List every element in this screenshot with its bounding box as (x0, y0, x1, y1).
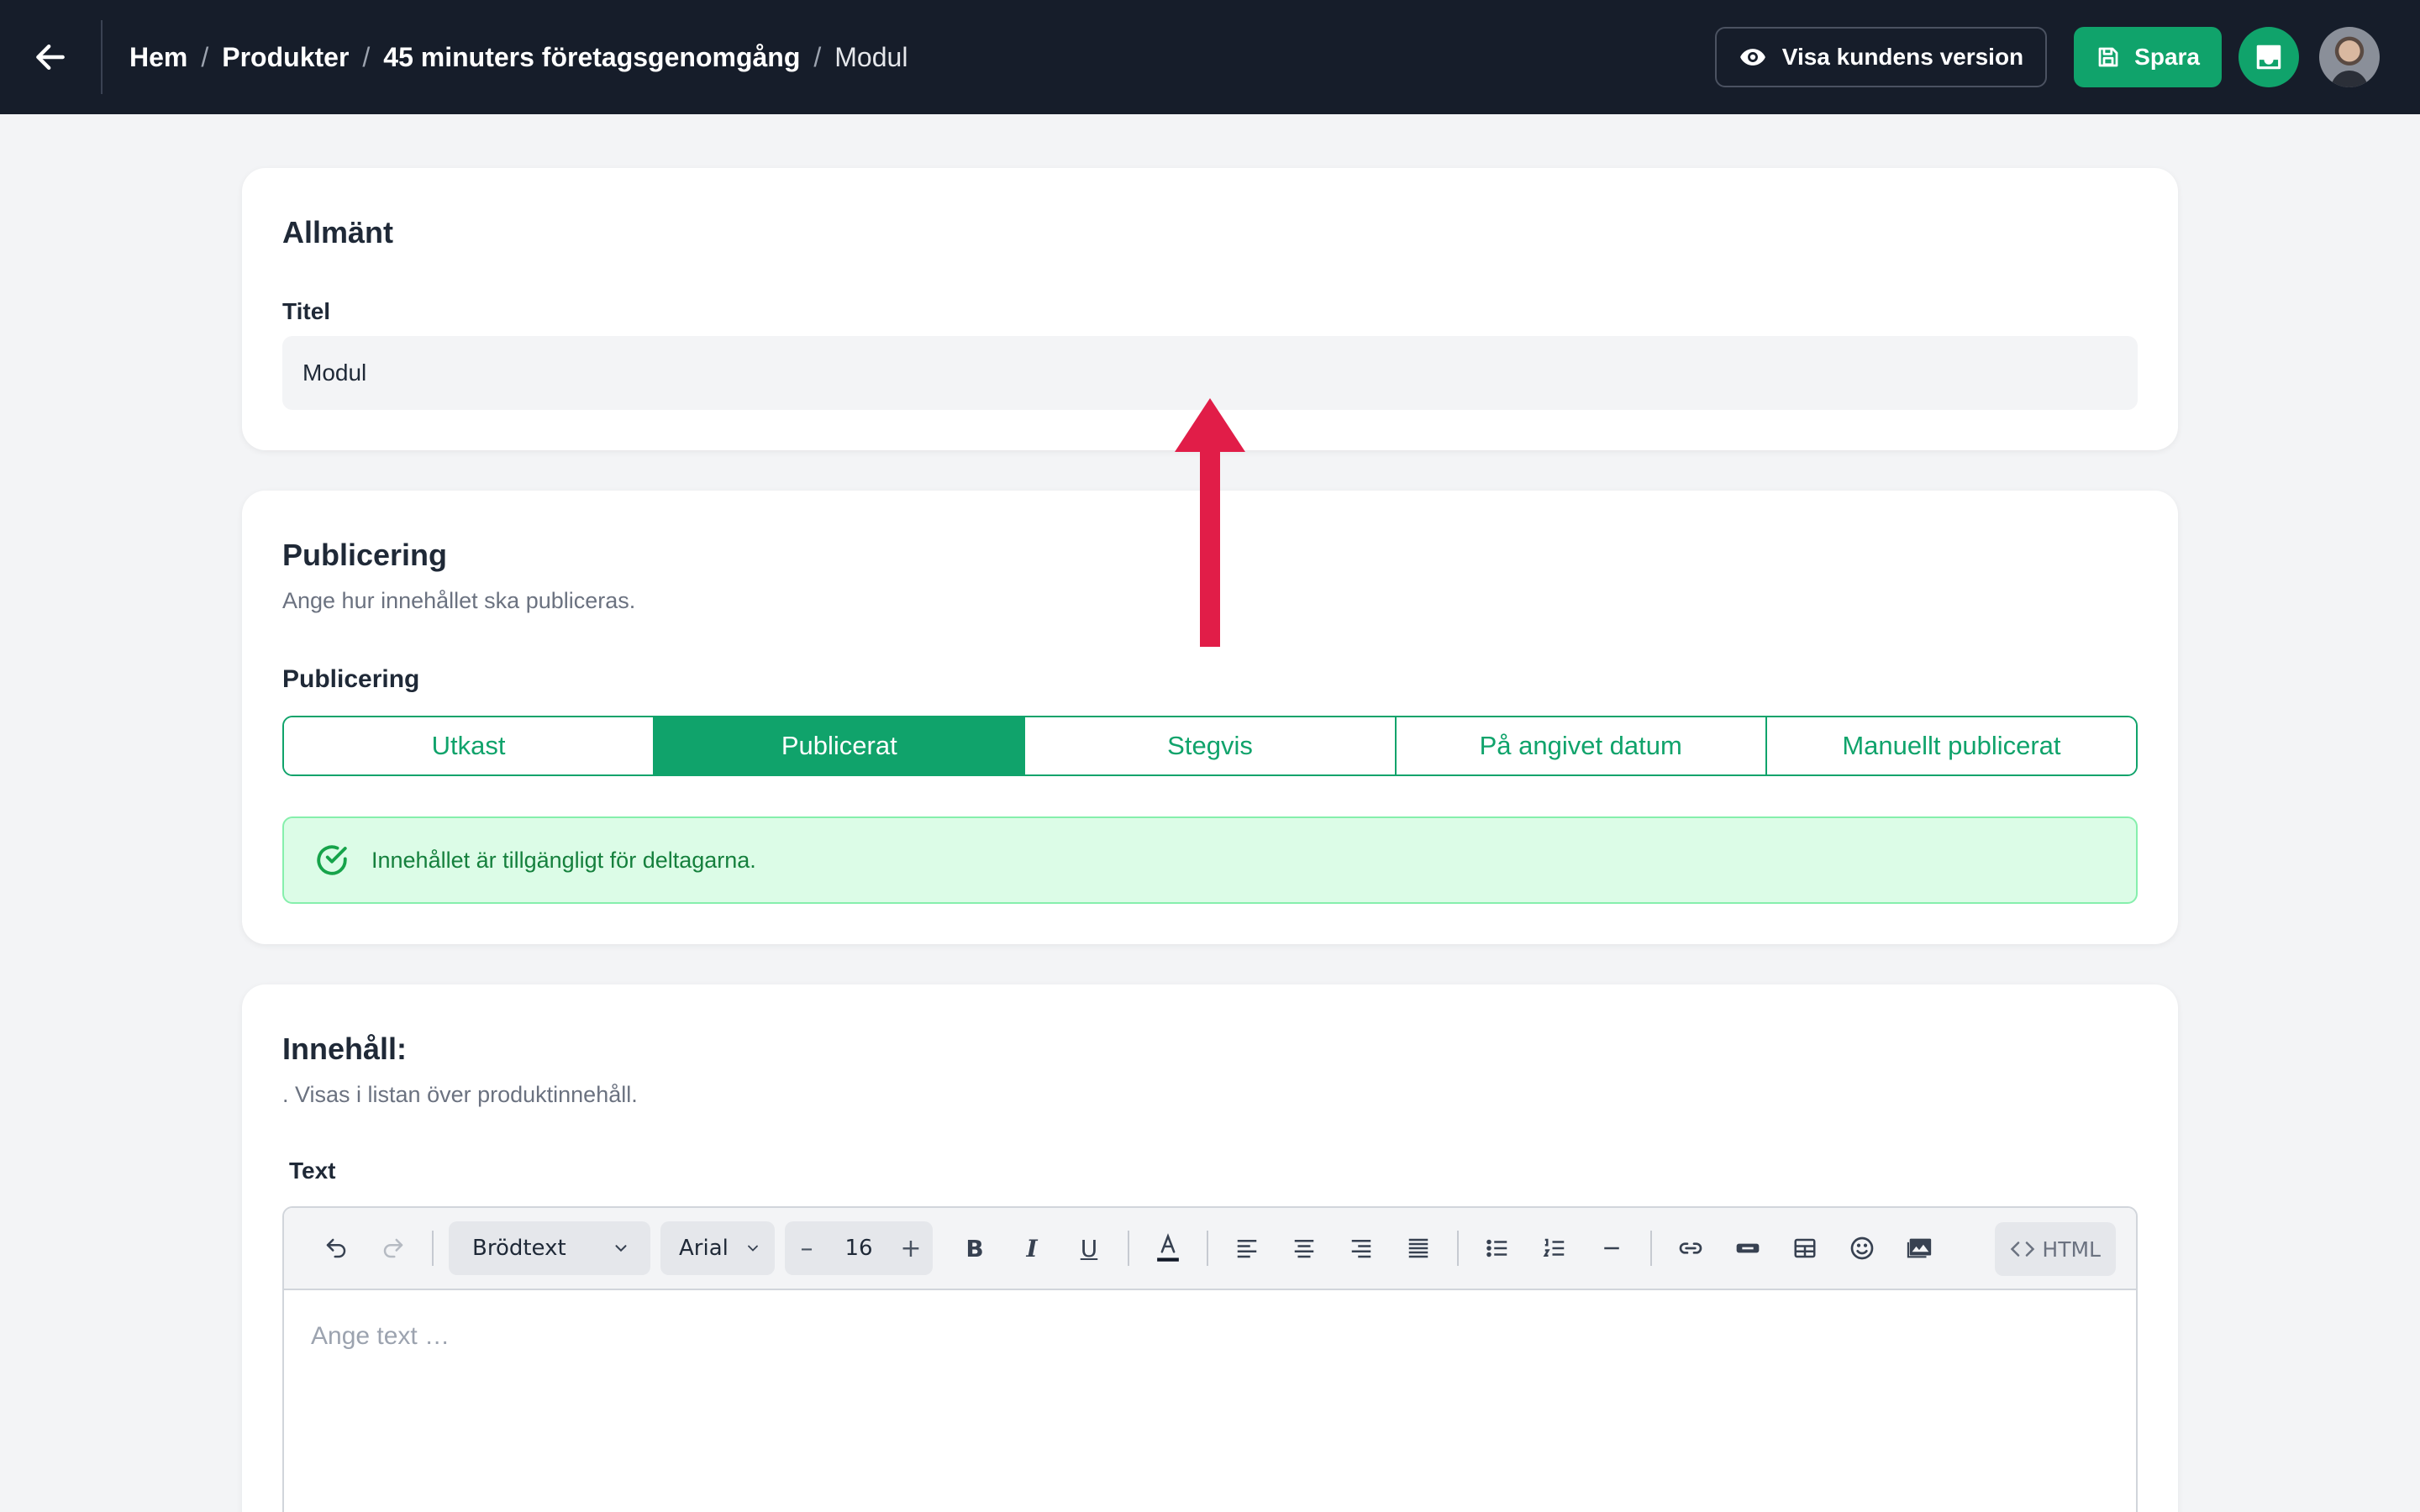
publishing-option-drip[interactable]: Stegvis (1025, 717, 1397, 774)
arrow-left-icon (36, 44, 65, 71)
publishing-option-draft[interactable]: Utkast (284, 717, 655, 774)
publishing-option-published[interactable]: Publicerat (655, 717, 1026, 774)
font-family-select[interactable]: Arial (660, 1221, 775, 1275)
breadcrumb: Hem / Produkter / 45 minuters företagsge… (129, 42, 908, 73)
customer-preview-label: Visa kundens version (1781, 44, 2024, 70)
align-center-button[interactable] (1282, 1226, 1326, 1270)
editor-placeholder: Ange text … (311, 1322, 450, 1350)
publishing-title: Publicering (282, 538, 448, 572)
content-card: Innehåll: . Visas i listan över produkti… (242, 984, 2178, 1512)
html-source-button[interactable]: HTML (1995, 1222, 2116, 1276)
link-icon (1679, 1242, 1702, 1254)
toolbar-separator (1650, 1231, 1652, 1266)
customer-preview-button[interactable]: Visa kundens version (1714, 27, 2048, 87)
html-source-label: HTML (2042, 1236, 2101, 1262)
breadcrumb-home[interactable]: Hem (129, 42, 187, 73)
publishing-option-manual[interactable]: Manuellt publicerat (1766, 717, 2136, 774)
align-right-icon (1351, 1240, 1371, 1258)
align-justify-icon (1408, 1238, 1428, 1258)
table-icon (1794, 1238, 1816, 1258)
user-avatar[interactable] (2319, 27, 2380, 87)
emoji-icon (1850, 1236, 1874, 1260)
top-bar: Hem / Produkter / 45 minuters företagsge… (0, 0, 2420, 114)
embed-icon (1736, 1243, 1760, 1253)
topbar-actions: Visa kundens version Spara (1714, 0, 2380, 114)
redo-button[interactable] (371, 1226, 415, 1270)
numbered-list-button[interactable] (1533, 1226, 1576, 1270)
inbox-button[interactable] (2238, 27, 2299, 87)
annotation-arrow-icon (1175, 398, 1245, 647)
redo-icon (383, 1238, 403, 1258)
align-left-icon (1237, 1240, 1257, 1258)
text-color-button[interactable] (1146, 1226, 1190, 1270)
eye-icon (1739, 49, 1765, 66)
numbered-list-icon (1543, 1238, 1565, 1257)
publishing-status-message: Innehållet är tillgängligt för deltagarn… (282, 816, 2138, 904)
check-circle-icon (317, 845, 347, 875)
undo-icon (326, 1238, 346, 1258)
block-format-value: Brödtext (472, 1236, 566, 1261)
editor-text-area[interactable]: Ange text … (284, 1290, 2136, 1512)
bold-button[interactable]: B (953, 1226, 997, 1270)
emoji-button[interactable] (1840, 1226, 1884, 1270)
align-left-button[interactable] (1225, 1226, 1269, 1270)
content-title: Innehåll: (282, 1032, 408, 1066)
align-right-button[interactable] (1339, 1226, 1383, 1270)
breadcrumb-separator: / (201, 41, 209, 72)
text-color-icon (1157, 1233, 1179, 1262)
horizontal-rule-button[interactable] (1590, 1226, 1634, 1270)
breadcrumb-separator: / (813, 41, 822, 72)
toolbar-separator (1207, 1231, 1208, 1266)
font-family-value: Arial (679, 1236, 729, 1261)
underline-button[interactable]: U (1067, 1226, 1111, 1270)
breadcrumb-separator: / (362, 41, 371, 72)
align-center-icon (1294, 1240, 1314, 1258)
link-button[interactable] (1669, 1226, 1712, 1270)
content-subtitle: . Visas i listan över produktinnehåll. (282, 1082, 638, 1107)
topbar-divider (101, 20, 103, 94)
embed-button[interactable] (1726, 1226, 1770, 1270)
chevron-down-icon (615, 1245, 627, 1252)
publishing-subtitle: Ange hur innehållet ska publiceras. (282, 588, 636, 613)
toolbar-separator (1457, 1231, 1459, 1266)
font-size-stepper: – 16 + (785, 1221, 933, 1275)
editor-toolbar: Brödtext Arial – 16 + B I U HTML (284, 1208, 2136, 1290)
block-format-select[interactable]: Brödtext (449, 1221, 650, 1275)
code-icon (2011, 1242, 2035, 1257)
italic-icon: I (1026, 1234, 1038, 1263)
publishing-option-scheduled[interactable]: På angivet datum (1396, 717, 1767, 774)
publishing-mode-selector: Utkast Publicerat Stegvis På angivet dat… (282, 716, 2138, 776)
align-justify-button[interactable] (1397, 1226, 1440, 1270)
breadcrumb-products[interactable]: Produkter (222, 42, 349, 73)
save-button[interactable]: Spara (2074, 27, 2222, 87)
chevron-down-icon (748, 1245, 758, 1252)
toolbar-separator (1128, 1231, 1129, 1266)
back-button[interactable] (0, 0, 101, 114)
publishing-field-label: Publicering (282, 665, 420, 693)
italic-button[interactable]: I (1010, 1226, 1054, 1270)
breadcrumb-current: Modul (834, 41, 908, 72)
table-button[interactable] (1783, 1226, 1827, 1270)
save-icon (2098, 47, 2118, 67)
bullet-list-button[interactable] (1476, 1226, 1519, 1270)
undo-button[interactable] (314, 1226, 358, 1270)
rich-text-editor: Brödtext Arial – 16 + B I U HTML Ange te… (282, 1206, 2138, 1512)
horizontal-rule-icon (1604, 1247, 1619, 1250)
toolbar-separator (432, 1231, 434, 1266)
font-size-value[interactable]: 16 (829, 1236, 889, 1261)
title-field-label: Titel (282, 298, 331, 324)
breadcrumb-product[interactable]: 45 minuters företagsgenomgång (383, 42, 800, 73)
font-size-increase-button[interactable]: + (889, 1234, 933, 1263)
bold-icon: B (965, 1234, 984, 1263)
image-button[interactable] (1897, 1226, 1941, 1270)
inbox-icon (2256, 45, 2281, 70)
font-size-decrease-button[interactable]: – (785, 1234, 829, 1263)
image-icon (1907, 1238, 1932, 1258)
save-label: Spara (2134, 44, 2200, 70)
underline-icon: U (1080, 1234, 1098, 1263)
bullet-list-icon (1486, 1239, 1507, 1257)
text-field-label: Text (289, 1158, 336, 1184)
publishing-status-text: Innehållet är tillgängligt för deltagarn… (371, 847, 756, 873)
general-title: Allmänt (282, 215, 394, 249)
